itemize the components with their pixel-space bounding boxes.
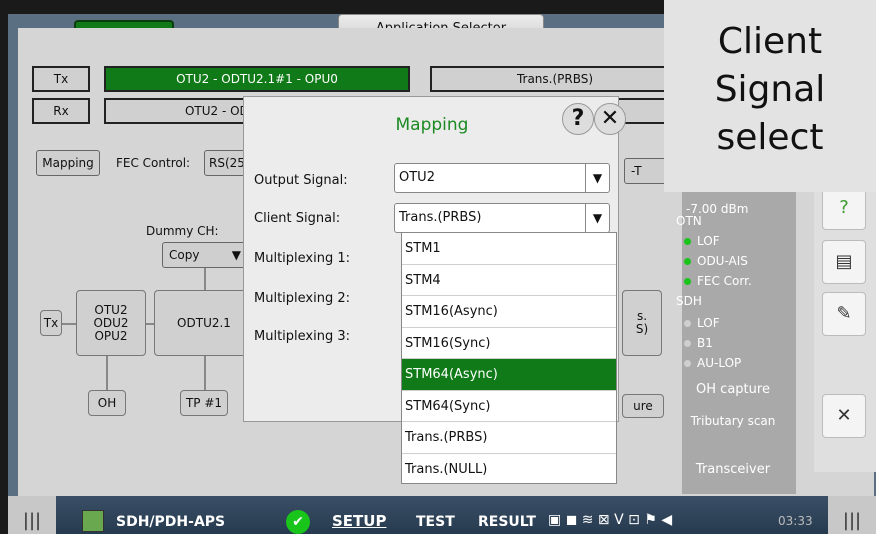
- client-block[interactable]: s. S): [622, 290, 662, 356]
- dropdown-option[interactable]: STM16(Sync): [402, 328, 616, 359]
- dummy-ch-value: Copy: [169, 248, 200, 262]
- odtu2-block[interactable]: ODTU2.1: [154, 290, 254, 356]
- multiplexing-2-label: Multiplexing 2:: [254, 291, 350, 306]
- mapping-button[interactable]: Mapping: [36, 150, 100, 176]
- client-signal-dropdown: STM1 STM4 STM16(Async) STM16(Sync) STM64…: [401, 232, 617, 484]
- connector-line: [106, 356, 108, 390]
- capture-button-fragment[interactable]: ure: [622, 394, 664, 418]
- tp-1-block[interactable]: TP #1: [180, 390, 228, 416]
- status-item-label: FEC Corr.: [697, 274, 752, 288]
- transceiver-button[interactable]: Transceiver: [680, 462, 786, 477]
- app-name: SDH/PDH-APS: [116, 514, 226, 530]
- connector-line: [62, 323, 76, 325]
- status-led-icon: [684, 278, 691, 285]
- otu2-block[interactable]: OTU2 ODU2 OPU2: [76, 290, 146, 356]
- check-icon: ✔: [286, 510, 310, 534]
- dummy-ch-label: Dummy CH:: [146, 224, 219, 238]
- test-tab[interactable]: TEST: [416, 514, 455, 530]
- connector-line: [146, 323, 154, 325]
- chevron-down-icon: ▼: [231, 248, 241, 262]
- bottom-bar: ||| SDH/PDH-APS ✔ SETUP TEST RESULT ▣ ◼ …: [8, 496, 876, 534]
- otn-odu-ais-item: ODU-AIS: [684, 254, 748, 268]
- dropdown-option[interactable]: STM16(Async): [402, 296, 616, 328]
- connector-line: [204, 268, 206, 290]
- output-signal-value: OTU2: [399, 170, 435, 185]
- client-signal-select[interactable]: Trans.(PRBS) ▼: [394, 203, 610, 233]
- dropdown-option-selected[interactable]: STM64(Async): [402, 359, 616, 391]
- dropdown-option[interactable]: STM64(Sync): [402, 391, 616, 422]
- chevron-down-icon: ▼: [585, 164, 609, 192]
- multiplexing-1-label: Multiplexing 1:: [254, 251, 350, 266]
- client-signal-label: Client Signal:: [254, 211, 341, 226]
- close-icon[interactable]: ✕: [594, 103, 626, 135]
- fec-control-label: FEC Control:: [116, 156, 191, 170]
- setup-tab[interactable]: SETUP: [332, 512, 386, 530]
- dropdown-option[interactable]: Trans.(PRBS): [402, 422, 616, 454]
- tx-signal-path[interactable]: OTU2 - ODTU2.1#1 - OPU0: [104, 66, 410, 92]
- tx-client-signal[interactable]: Trans.(PRBS): [430, 66, 680, 92]
- connector-line: [204, 356, 206, 390]
- chevron-down-icon: ▼: [585, 204, 609, 232]
- sdh-lof-item: LOF: [684, 316, 720, 330]
- dropdown-option[interactable]: STM1: [402, 233, 616, 265]
- edit-icon[interactable]: ✎: [822, 292, 866, 336]
- help-icon[interactable]: ?: [822, 186, 866, 230]
- tx-row-label: Tx: [32, 66, 90, 92]
- multiplexing-3-label: Multiplexing 3:: [254, 329, 350, 344]
- output-signal-label: Output Signal:: [254, 173, 348, 188]
- sdh-title: SDH: [676, 294, 702, 308]
- otn-title: OTN: [676, 214, 702, 228]
- rx-row-label: Rx: [32, 98, 90, 124]
- dropdown-option[interactable]: Trans.(NULL): [402, 454, 616, 486]
- status-item-label: B1: [697, 336, 713, 350]
- dropdown-option[interactable]: STM4: [402, 265, 616, 296]
- output-signal-select[interactable]: OTU2 ▼: [394, 163, 610, 193]
- tx-block[interactable]: Tx: [40, 310, 62, 336]
- status-led-icon: [684, 320, 691, 327]
- dummy-ch-select[interactable]: Copy ▼: [162, 242, 248, 268]
- callout-line: Client: [717, 21, 823, 62]
- sdh-au-lop-item: AU-LOP: [684, 356, 741, 370]
- close-icon[interactable]: ✕: [822, 394, 866, 438]
- status-item-label: ODU-AIS: [697, 254, 748, 268]
- app-icon: [82, 510, 104, 532]
- oh-block[interactable]: OH: [88, 390, 126, 416]
- status-item-label: AU-LOP: [697, 356, 742, 370]
- status-led-icon: [684, 360, 691, 367]
- result-tab[interactable]: RESULT: [478, 514, 536, 530]
- annotation-callout: Client Signal select: [664, 0, 876, 192]
- otn-lof-item: LOF: [684, 234, 720, 248]
- status-led-icon: [684, 258, 691, 265]
- menu-right-icon[interactable]: |||: [828, 496, 876, 534]
- report-icon[interactable]: ▤: [822, 240, 866, 284]
- tributary-scan-button[interactable]: Tributary scan: [680, 414, 786, 428]
- oh-capture-button[interactable]: OH capture: [680, 382, 786, 397]
- status-item-label: LOF: [697, 316, 720, 330]
- otn-fec-corr-item: FEC Corr.: [684, 274, 752, 288]
- status-item-label: LOF: [697, 234, 720, 248]
- status-led-icon: [684, 340, 691, 347]
- clock: 03:33: [778, 514, 813, 528]
- status-icons: ▣ ◼ ≋ ⊠ V ⊡ ⚑ ◀: [548, 512, 673, 528]
- client-signal-value: Trans.(PRBS): [399, 210, 482, 225]
- status-list: OTN LOF ODU-AIS FEC Corr. SDH LOF B1 AU-…: [676, 214, 790, 504]
- sdh-b1-item: B1: [684, 336, 713, 350]
- callout-line: select: [716, 117, 824, 158]
- status-led-icon: [684, 238, 691, 245]
- help-icon[interactable]: ?: [562, 103, 594, 135]
- callout-line: Signal: [714, 69, 826, 110]
- menu-left-icon[interactable]: |||: [8, 496, 56, 534]
